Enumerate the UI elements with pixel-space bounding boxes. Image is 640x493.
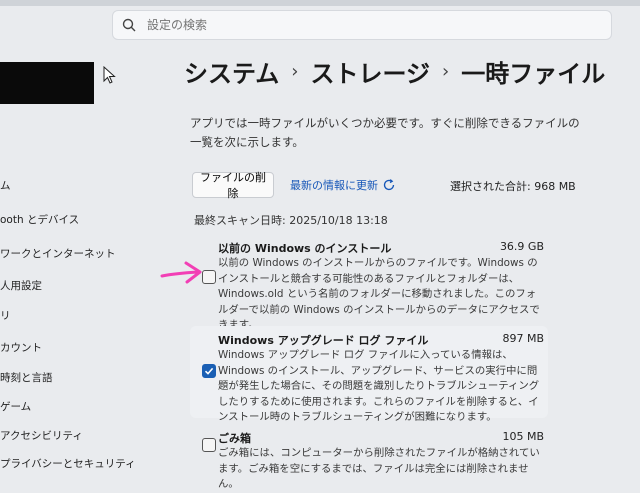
file-category-description: Windows アップグレード ログ ファイルに入っている情報は、Windows… — [218, 349, 540, 423]
sidebar-item-network[interactable]: ワークとインターネット — [0, 246, 116, 261]
file-category-title: 以前の Windows のインストール — [218, 242, 392, 255]
file-category-title: Windows アップグレード ログ ファイル — [218, 334, 429, 347]
file-category-upgrade-logs: Windows アップグレード ログ ファイル 897 MB Windows ア… — [190, 326, 548, 423]
file-category-description: ごみ箱には、コンピューターから削除されたファイルが格納されています。ごみ箱を空に… — [218, 447, 540, 490]
search-box[interactable] — [112, 10, 612, 40]
sidebar-item-personalization[interactable]: 人用設定 — [0, 278, 42, 293]
screen-bezel — [0, 0, 640, 6]
sidebar-item-time-language[interactable]: 時刻と言語 — [0, 370, 53, 385]
breadcrumb-separator: › — [442, 61, 450, 82]
file-category-description: 以前の Windows のインストールからのファイルです。Windows のイン… — [218, 257, 540, 331]
last-scan-time: 最終スキャン日時: 2025/10/18 13:18 — [194, 214, 388, 227]
search-input[interactable] — [145, 17, 569, 33]
redacted-account-area — [0, 62, 94, 104]
breadcrumb-system[interactable]: システム — [184, 54, 279, 89]
refresh-icon — [382, 178, 396, 192]
page-title: 一時ファイル — [461, 60, 606, 88]
file-category-size: 897 MB — [502, 332, 544, 345]
file-category-size: 36.9 GB — [499, 240, 544, 253]
sidebar-item-accessibility[interactable]: アクセシビリティ — [0, 428, 83, 443]
breadcrumb-storage[interactable]: ストレージ — [310, 54, 430, 89]
total-selected: 選択された合計: 968 MB — [450, 180, 576, 193]
sidebar-item-system[interactable]: ム — [0, 178, 11, 193]
refresh-link[interactable]: 最新の情報に更新 — [290, 177, 396, 193]
checkbox-upgrade-logs[interactable] — [202, 364, 216, 378]
breadcrumb: システム › ストレージ › 一時ファイル — [184, 54, 605, 89]
file-category-previous-windows: 以前の Windows のインストール 36.9 GB 以前の Windows … — [190, 234, 548, 331]
file-category-title: ごみ箱 — [218, 432, 251, 445]
sidebar-item-privacy[interactable]: プライバシーとセキュリティ — [0, 456, 136, 471]
checkbox-recycle-bin[interactable] — [202, 438, 216, 452]
sidebar-item-bluetooth[interactable]: ooth とデバイス — [0, 212, 79, 227]
search-icon — [121, 17, 137, 33]
mouse-pointer-icon — [103, 65, 117, 84]
file-category-size: 105 MB — [502, 430, 544, 443]
sidebar-item-apps[interactable]: リ — [0, 308, 11, 323]
arrow-right-icon — [160, 258, 206, 288]
sidebar-item-accounts[interactable]: カウント — [0, 340, 42, 355]
breadcrumb-separator: › — [291, 61, 299, 82]
page-description: アプリでは一時ファイルがいくつか必要です。すぐに削除できるファイルの一覧を次に示… — [190, 116, 580, 149]
sidebar-item-gaming[interactable]: ゲーム — [0, 399, 31, 414]
refresh-label: 最新の情報に更新 — [290, 179, 378, 192]
file-category-recycle-bin: ごみ箱 105 MB ごみ箱には、コンピューターから削除されたファイルが格納され… — [190, 424, 548, 490]
delete-files-button[interactable]: ファイルの削除 — [192, 171, 274, 200]
